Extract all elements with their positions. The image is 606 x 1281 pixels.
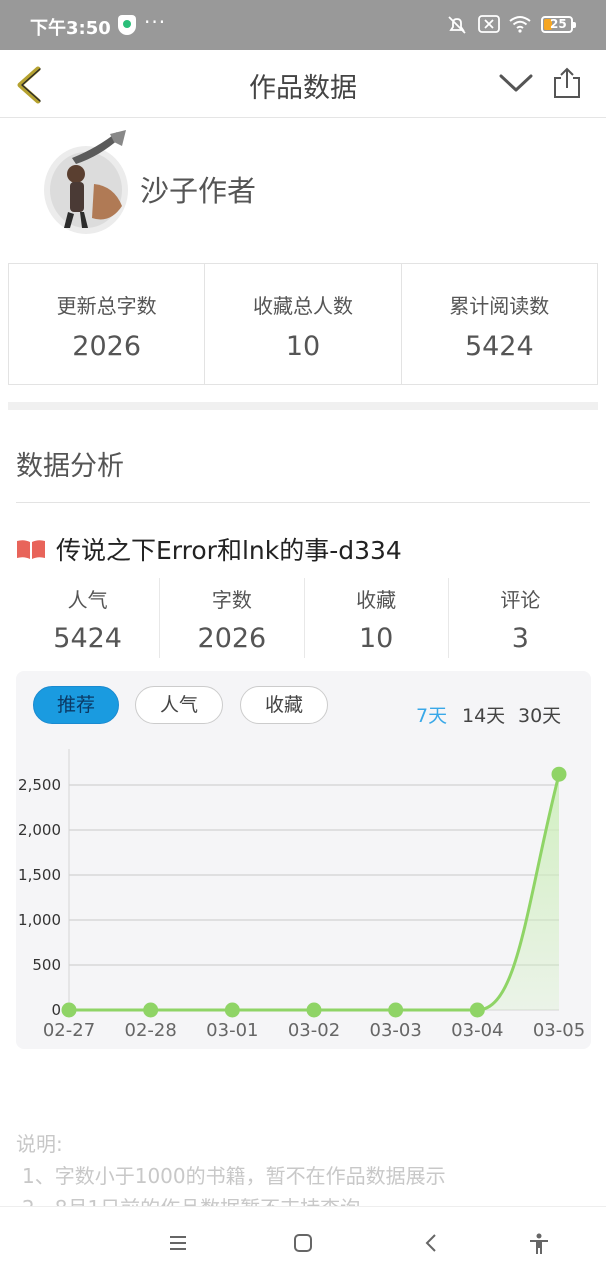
back-nav-icon[interactable] [422, 1233, 442, 1253]
y-tick-label: 500 [32, 956, 61, 974]
section-title: 数据分析 [16, 451, 124, 482]
stat-value: 10 [358, 623, 394, 654]
x-tick-label: 03-02 [288, 1020, 340, 1041]
chart-card: 推荐 人气 收藏 7天 14天 30天 0 500 1,000 1,500 2,000 2… [16, 671, 591, 1049]
stat-value: 2026 [197, 623, 267, 654]
chevron-down-icon[interactable] [498, 72, 534, 94]
book-stat-popularity: 人气 5424 [16, 578, 161, 658]
share-icon[interactable] [552, 66, 582, 100]
divider [16, 502, 590, 503]
author-name: 沙子作者 [140, 174, 257, 208]
data-point [143, 1002, 159, 1018]
wifi-icon [509, 16, 531, 33]
status-time: 下午3:50 [30, 18, 111, 39]
sim-x-icon [478, 15, 500, 33]
y-tick-label: 2,000 [18, 821, 61, 839]
y-tick-label: 1,000 [18, 911, 61, 929]
book-stat-words: 字数 2026 [160, 578, 305, 658]
data-point [551, 766, 567, 782]
stat-value: 5424 [464, 331, 534, 362]
data-point [224, 1002, 240, 1018]
series-area [69, 774, 559, 1010]
stat-label: 人气 [67, 588, 108, 612]
data-point [306, 1002, 322, 1018]
shield-icon [118, 15, 136, 35]
x-tick-label: 03-04 [451, 1020, 503, 1041]
home-icon[interactable] [293, 1233, 313, 1253]
x-tick-label: 03-03 [370, 1020, 422, 1041]
book-stats: 人气 5424 字数 2026 收藏 10 评论 3 [16, 578, 592, 658]
x-tick-label: 03-05 [533, 1020, 585, 1041]
data-point [469, 1002, 485, 1018]
series-line [69, 773, 561, 1012]
bell-muted-icon [448, 16, 466, 34]
battery-level: 25 [550, 17, 567, 31]
data-point [61, 1002, 77, 1018]
stat-label: 更新总字数 [56, 294, 157, 318]
status-bar: 下午3:50 ··· 25 [0, 0, 606, 50]
stat-total-favorites: 收藏总人数 10 [205, 264, 402, 384]
system-nav-bar [0, 1206, 606, 1281]
notes-heading: 说明: [16, 1132, 63, 1156]
overview-stats: 更新总字数 2026 收藏总人数 10 累计阅读数 5424 [8, 263, 598, 385]
stat-label: 收藏总人数 [252, 294, 353, 318]
stat-label: 评论 [500, 588, 541, 612]
notes-item: 1、字数小于1000的书籍，暂不在作品数据展示 [22, 1164, 446, 1188]
stat-label: 收藏 [356, 588, 397, 612]
menu-icon[interactable] [168, 1233, 188, 1253]
popularity-chart: 0 500 1,000 1,500 2,000 2,500 02-27 02-28 03-01 0… [18, 749, 585, 1041]
author-profile: 沙子作者 [0, 118, 606, 258]
stat-total-reads: 累计阅读数 5424 [402, 264, 597, 384]
stat-total-words: 更新总字数 2026 [9, 264, 206, 384]
y-tick-label: 2,500 [18, 776, 61, 794]
more-dots-icon: ··· [144, 10, 167, 34]
data-point [388, 1002, 404, 1018]
book-stat-comments: 评论 3 [449, 578, 592, 658]
book-stat-favorites: 收藏 10 [305, 578, 449, 658]
section-separator [8, 402, 598, 410]
battery-icon: 25 [541, 16, 576, 33]
accessibility-icon[interactable] [528, 1233, 550, 1255]
book-title: 传说之下Error和lnk的事-d334 [56, 536, 402, 565]
y-tick-label: 1,500 [18, 866, 61, 884]
x-tick-label: 02-27 [43, 1020, 95, 1041]
y-tick-label: 0 [51, 1001, 61, 1019]
stat-label: 累计阅读数 [449, 294, 550, 318]
x-tick-label: 02-28 [125, 1020, 177, 1041]
stat-value: 3 [511, 623, 529, 654]
stat-label: 字数 [211, 588, 252, 612]
x-tick-label: 03-01 [206, 1020, 258, 1041]
stat-value: 2026 [72, 331, 142, 362]
stat-value: 5424 [53, 623, 122, 654]
avatar[interactable] [42, 128, 130, 236]
nav-bar: 作品数据 [0, 50, 606, 118]
open-book-icon [17, 540, 45, 559]
stat-value: 10 [285, 331, 321, 362]
